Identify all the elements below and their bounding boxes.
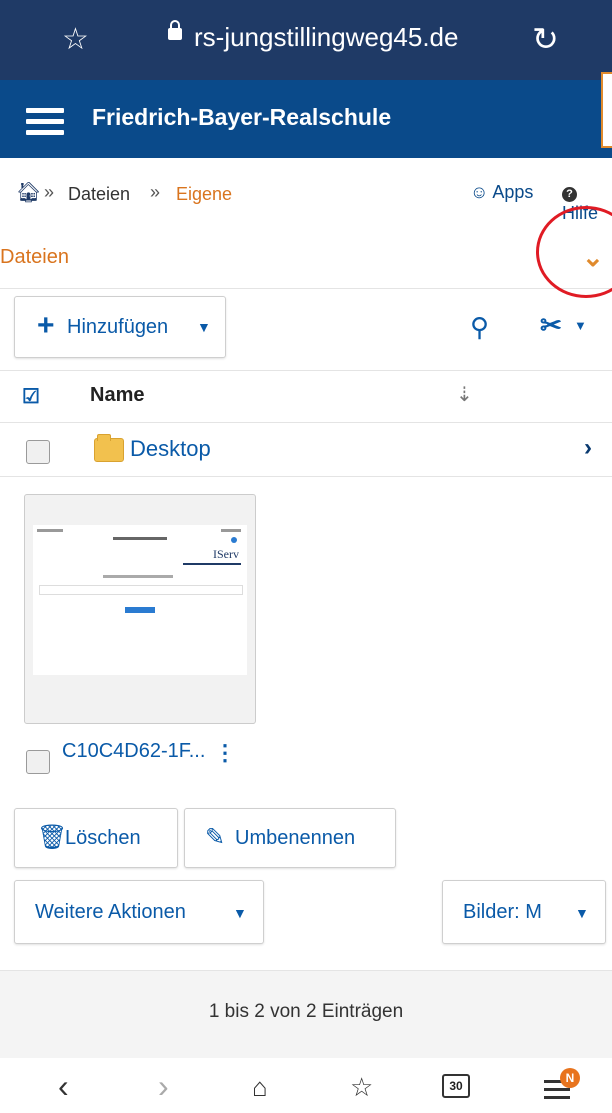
apps-icon: ☺ bbox=[470, 182, 493, 202]
add-button[interactable]: + Hinzufügen ▼ bbox=[14, 296, 226, 358]
thumb-line bbox=[37, 529, 63, 532]
apps-label: Apps bbox=[492, 182, 534, 202]
section-title: Dateien bbox=[0, 246, 69, 268]
bookmark-star-icon[interactable]: ☆ bbox=[62, 22, 89, 57]
thumb-line bbox=[103, 575, 173, 578]
file-toolbar: + Hinzufügen ▼ ⚲ ✂ ▼ bbox=[0, 288, 612, 371]
thumb-line bbox=[183, 563, 241, 565]
section-header-dateien[interactable]: Dateien ⌄ bbox=[0, 224, 612, 289]
thumb-dot bbox=[231, 537, 237, 543]
folder-name[interactable]: Desktop bbox=[130, 436, 211, 462]
search-icon[interactable]: ⚲ bbox=[470, 312, 489, 343]
more-actions-label: Weitere Aktionen bbox=[35, 901, 186, 923]
image-size-dropdown[interactable]: Bilder: M ▼ bbox=[442, 880, 606, 944]
select-all-checkbox-icon[interactable]: ☑ bbox=[22, 384, 40, 409]
image-thumbnail[interactable]: IServ bbox=[24, 494, 256, 724]
notification-badge: N bbox=[560, 1068, 580, 1088]
pencil-icon: ✎ bbox=[205, 824, 226, 851]
browser-nav-bar: ‹ › ⌂ ☆ 30 N bbox=[0, 1058, 612, 1113]
forward-icon[interactable]: › bbox=[158, 1068, 169, 1105]
back-icon[interactable]: ‹ bbox=[58, 1068, 69, 1105]
entries-count: 1 bis 2 von 2 Einträgen bbox=[208, 1001, 404, 1022]
bookmarks-icon[interactable]: ☆ bbox=[350, 1072, 373, 1103]
tools-caret-down-icon[interactable]: ▼ bbox=[574, 318, 587, 333]
thumbnail-preview: IServ bbox=[33, 525, 247, 675]
apps-link[interactable]: ☺ Apps bbox=[470, 182, 533, 203]
column-header-name[interactable]: Name bbox=[90, 384, 144, 407]
header-edge-box bbox=[601, 72, 612, 148]
app-header: Friedrich-Bayer-Realschule bbox=[0, 80, 612, 158]
home-icon[interactable]: 🏠︎ bbox=[16, 180, 41, 205]
plus-icon: + bbox=[37, 309, 55, 342]
reload-icon[interactable]: ↻ bbox=[532, 20, 559, 58]
delete-button[interactable]: 🗑︎ Löschen bbox=[14, 808, 178, 868]
trash-icon: 🗑︎ bbox=[37, 824, 68, 851]
image-name[interactable]: C10C4D62-1F... bbox=[62, 740, 205, 763]
breadcrumb-separator: » bbox=[44, 182, 55, 202]
more-actions-button[interactable]: Weitere Aktionen ▼ bbox=[14, 880, 264, 944]
table-row[interactable]: Desktop › bbox=[0, 422, 612, 477]
row-checkbox[interactable] bbox=[26, 440, 50, 464]
thumb-line bbox=[221, 529, 241, 532]
thumb-logo: IServ bbox=[213, 547, 239, 561]
folder-icon bbox=[94, 434, 124, 462]
school-title[interactable]: Friedrich-Bayer-Realschule bbox=[92, 104, 391, 131]
image-checkbox[interactable] bbox=[26, 750, 50, 774]
lock-icon bbox=[168, 20, 182, 40]
caret-down-icon: ▼ bbox=[575, 905, 589, 921]
caret-down-icon: ▼ bbox=[233, 905, 247, 921]
breadcrumb: 🏠︎ » Dateien » Eigene ☺ Apps ? Hilfe bbox=[0, 158, 612, 225]
table-header: ☑ Name ⇣ bbox=[0, 370, 612, 423]
caret-down-icon: ▼ bbox=[197, 319, 211, 335]
help-icon: ? bbox=[562, 187, 577, 202]
thumb-input bbox=[39, 585, 243, 595]
rename-button[interactable]: ✎ Umbenennen bbox=[184, 808, 396, 868]
image-size-label: Bilder: M bbox=[463, 901, 542, 923]
hamburger-menu-icon[interactable] bbox=[26, 108, 64, 135]
add-button-label: Hinzufügen bbox=[67, 316, 169, 338]
browser-url-bar: ☆ rs-jungstillingweg45.de ↻ bbox=[0, 0, 612, 80]
thumb-line bbox=[113, 537, 167, 540]
tools-icon[interactable]: ✂ bbox=[540, 310, 562, 341]
sort-icon[interactable]: ⇣ bbox=[456, 382, 473, 407]
breadcrumb-item-eigene: Eigene bbox=[176, 184, 233, 204]
tabs-icon[interactable]: 30 bbox=[442, 1074, 470, 1098]
rename-label: Umbenennen bbox=[235, 827, 356, 849]
breadcrumb-separator: » bbox=[150, 182, 161, 202]
url-text[interactable]: rs-jungstillingweg45.de bbox=[194, 22, 458, 53]
delete-label: Löschen bbox=[65, 827, 141, 849]
home-icon[interactable]: ⌂ bbox=[252, 1072, 268, 1103]
entries-count-bar: 1 bis 2 von 2 Einträgen bbox=[0, 970, 612, 1059]
thumb-button bbox=[125, 607, 155, 613]
more-options-icon[interactable]: ⋮ bbox=[214, 740, 236, 766]
breadcrumb-item-dateien[interactable]: Dateien bbox=[68, 184, 130, 205]
chevron-right-icon[interactable]: › bbox=[584, 434, 592, 462]
